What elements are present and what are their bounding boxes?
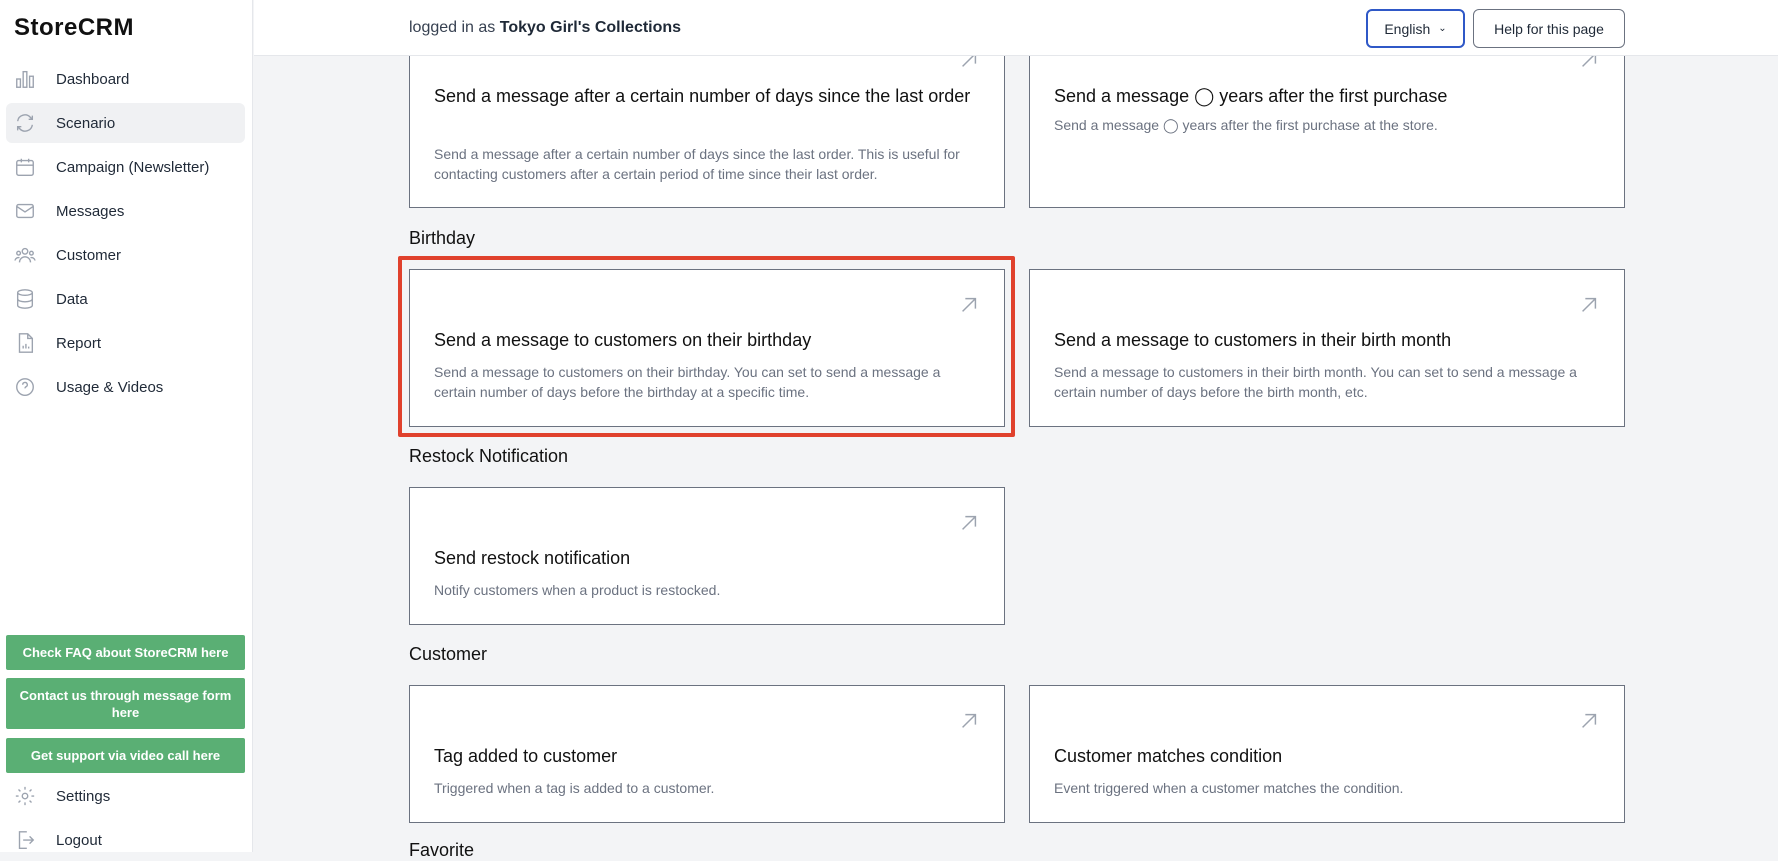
scenario-card-last-order[interactable]: Send a message after a certain number of… — [409, 40, 1005, 208]
calendar-icon — [14, 156, 36, 178]
database-icon — [14, 288, 36, 310]
card-title: Send restock notification — [434, 548, 631, 568]
sidebar-item-label: Usage & Videos — [56, 378, 164, 396]
sidebar-item-logout[interactable]: Logout — [6, 820, 245, 860]
document-chart-icon — [14, 332, 36, 354]
card-title: Customer matches condition — [1054, 746, 1283, 766]
sidebar-item-label: Messages — [56, 202, 125, 220]
sidebar-item-scenario[interactable]: Scenario — [6, 103, 245, 143]
sidebar-item-data[interactable]: Data — [6, 279, 245, 319]
app-logo[interactable]: StoreCRM — [14, 14, 134, 42]
sidebar-item-label: Customer — [56, 246, 122, 264]
sidebar-item-settings[interactable]: Settings — [6, 776, 245, 816]
sidebar-item-usage-videos[interactable]: Usage & Videos — [6, 367, 245, 407]
card-description: Notify customers when a product is resto… — [434, 582, 721, 598]
card-description: Send a message after a certain number of… — [434, 146, 960, 182]
sidebar-item-label: Settings — [56, 787, 111, 805]
section-heading-customer: Customer — [409, 644, 488, 664]
logged-in-prefix: logged in as — [409, 19, 496, 36]
section-heading-favorite: Favorite — [409, 840, 475, 860]
sidebar: StoreCRM Dashboard Scenario Campaign (Ne… — [0, 0, 253, 852]
scenario-card-first-purchase[interactable]: Send a message ◯ years after the first p… — [1029, 40, 1625, 208]
sidebar-item-report[interactable]: Report — [6, 323, 245, 363]
gear-icon — [14, 785, 36, 807]
language-select[interactable]: English ⌄ — [1366, 9, 1465, 48]
users-icon — [14, 244, 36, 266]
contact-form-button[interactable]: Contact us through message form here — [6, 678, 245, 729]
highlight-box — [398, 256, 1015, 437]
external-arrow-icon — [958, 512, 980, 534]
card-description: Send a message to customers in their bir… — [1054, 364, 1577, 400]
sidebar-item-customer[interactable]: Customer — [6, 235, 245, 275]
external-arrow-icon — [1578, 294, 1600, 316]
envelope-icon — [14, 200, 36, 222]
external-arrow-icon — [1578, 710, 1600, 732]
scenario-card-matches-condition[interactable]: Customer matches condition Event trigger… — [1029, 685, 1625, 823]
logout-icon — [14, 829, 36, 851]
video-call-support-button[interactable]: Get support via video call here — [6, 738, 245, 773]
sidebar-item-label: Data — [56, 290, 88, 308]
question-circle-icon — [14, 376, 36, 398]
scenario-card-restock[interactable]: Send restock notification Notify custome… — [409, 487, 1005, 625]
language-label: English — [1384, 20, 1431, 37]
sidebar-item-label: Report — [56, 334, 102, 352]
section-heading-birthday: Birthday — [409, 228, 476, 248]
refresh-icon — [14, 112, 36, 134]
card-title: Send a message after a certain number of… — [434, 86, 971, 106]
scenario-card-birth-month[interactable]: Send a message to customers in their bir… — [1029, 269, 1625, 427]
card-description: Event triggered when a customer matches … — [1054, 780, 1404, 796]
card-title: Send a message ◯ years after the first p… — [1054, 86, 1448, 106]
sidebar-item-label: Logout — [56, 831, 102, 849]
card-description: Send a message ◯ years after the first p… — [1054, 117, 1438, 133]
card-title: Tag added to customer — [434, 746, 618, 766]
sidebar-item-campaign[interactable]: Campaign (Newsletter) — [6, 147, 245, 187]
faq-button[interactable]: Check FAQ about StoreCRM here — [6, 635, 245, 670]
card-description: Triggered when a tag is added to a custo… — [434, 780, 715, 796]
store-name: Tokyo Girl's Collections — [499, 19, 682, 36]
scenario-card-tag-added[interactable]: Tag added to customer Triggered when a t… — [409, 685, 1005, 823]
chevron-down-icon: ⌄ — [1438, 23, 1447, 34]
external-arrow-icon — [958, 710, 980, 732]
sidebar-item-messages[interactable]: Messages — [6, 191, 245, 231]
logged-in-status: logged in as Tokyo Girl's Collections — [409, 19, 681, 37]
sidebar-item-label: Dashboard — [56, 70, 130, 88]
section-heading-restock: Restock Notification — [409, 446, 569, 466]
sidebar-item-label: Scenario — [56, 114, 116, 132]
card-title: Send a message to customers in their bir… — [1054, 330, 1452, 350]
top-bar: logged in as Tokyo Girl's Collections En… — [254, 0, 1778, 56]
sidebar-item-dashboard[interactable]: Dashboard — [6, 59, 245, 99]
sidebar-item-label: Campaign (Newsletter) — [56, 158, 210, 176]
help-button[interactable]: Help for this page — [1473, 9, 1625, 48]
bar-chart-icon — [14, 68, 36, 90]
